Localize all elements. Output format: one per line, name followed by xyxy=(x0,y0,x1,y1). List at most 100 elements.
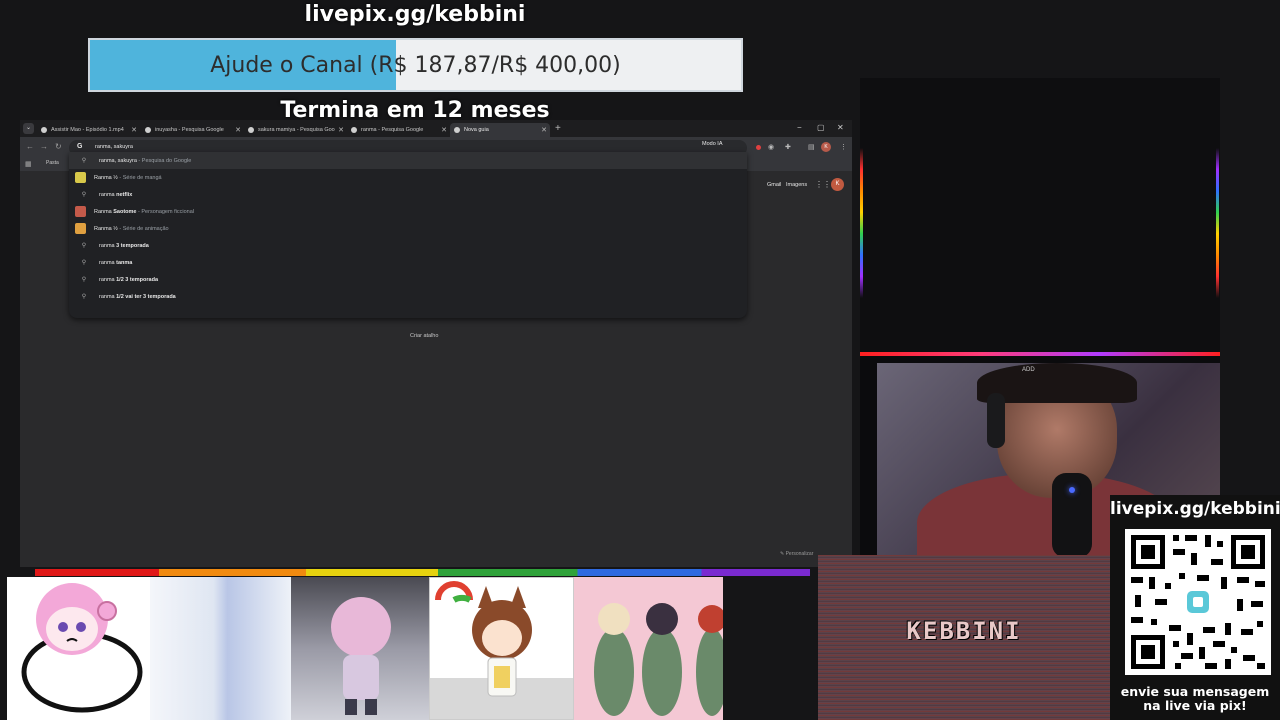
close-icon[interactable]: ✕ xyxy=(338,126,344,134)
kebbini-logo-text: KEBBINI xyxy=(906,617,1022,645)
close-icon[interactable]: ✕ xyxy=(541,126,547,134)
suggestion-text: Ranma ½ xyxy=(94,225,118,232)
suggestion-text: ranma xyxy=(99,242,117,249)
suggestion-item[interactable]: ⚲ ranma tanma xyxy=(69,254,747,271)
profile-avatar[interactable]: K xyxy=(821,142,831,152)
suggestion-thumbnail xyxy=(75,172,86,183)
suggestion-item[interactable]: Ranma ½ - Série de mangá xyxy=(69,169,747,186)
puzzle-icon[interactable]: ✚ xyxy=(785,143,791,151)
tab-label: ranma - Pesquisa Google xyxy=(361,127,424,133)
suggestion-bold-text: 1/2 vai ter 3 temporada xyxy=(116,293,176,300)
address-input[interactable]: ranma, sakuyra xyxy=(95,144,133,150)
modo-ia-button[interactable]: Modo IA xyxy=(702,141,722,147)
neon-edge-left xyxy=(860,148,863,298)
suggestion-bold-text: Saotome xyxy=(113,208,137,215)
search-icon: ⚲ xyxy=(81,294,87,300)
suggestion-thumbnail xyxy=(75,206,86,217)
suggestion-item[interactable]: ⚲ ranma, sakuyra - Pesquisa do Google xyxy=(69,152,747,169)
extension-notification-icon[interactable] xyxy=(756,145,761,150)
qr-code-icon xyxy=(1125,529,1271,675)
tab-inuyasha[interactable]: inuyasha - Pesquisa Google ✕ xyxy=(141,123,244,137)
close-icon[interactable]: ✕ xyxy=(235,126,241,134)
reload-icon[interactable]: ↻ xyxy=(55,142,62,151)
suggestion-text: ranma, sakuyra xyxy=(99,157,137,164)
google-icon xyxy=(351,127,357,133)
alert-panel xyxy=(860,78,1220,356)
headset xyxy=(987,393,1005,448)
suggestion-bold-text: netflix xyxy=(116,191,133,198)
chibi-character-clip xyxy=(429,577,574,720)
tab-sakura-mamiya[interactable]: sakura mamiya - Pesquisa Goo ✕ xyxy=(244,123,347,137)
motion-blur-clip xyxy=(150,577,291,720)
new-tab-icon xyxy=(454,127,460,133)
browser-window: ⌄ Assistir Mao - Episódio 1.mp4 ✕ inuyas… xyxy=(20,120,852,567)
webcam-frame-top-glow xyxy=(860,352,1220,356)
suggestion-item[interactable]: ⚲ ranma 3 temporada xyxy=(69,237,747,254)
tab-assistir-mao[interactable]: Assistir Mao - Episódio 1.mp4 ✕ xyxy=(37,123,140,137)
minimize-button[interactable]: − xyxy=(797,123,802,132)
neon-edge-right xyxy=(1216,148,1219,298)
suggestion-subtext: - Personagem ficcional xyxy=(136,208,194,215)
suggestion-subtext: - Série de mangá xyxy=(117,174,162,181)
create-shortcut-label[interactable]: Criar atalho xyxy=(410,333,438,339)
suggestion-thumbnail xyxy=(75,223,86,234)
suggestion-subtext: - Pesquisa do Google xyxy=(136,157,192,164)
donation-goal-text: Ajude o Canal (R$ 187,87/R$ 400,00) xyxy=(210,52,621,78)
google-apps-grid-icon[interactable]: ⋮⋮ xyxy=(815,180,831,189)
suggestion-item[interactable]: Ranma Saotome - Personagem ficcional xyxy=(69,203,747,220)
anime-characters-clip xyxy=(574,577,723,720)
close-icon[interactable]: ✕ xyxy=(441,126,447,134)
cam-overlay-text: ADD xyxy=(1022,367,1035,373)
tab-search-menu-button[interactable]: ⌄ xyxy=(23,123,34,134)
tab-label: Assistir Mao - Episódio 1.mp4 xyxy=(51,127,124,133)
apps-icon[interactable]: ▦ xyxy=(25,160,32,168)
imagens-link[interactable]: Imagens xyxy=(786,182,807,188)
tab-nova-guia[interactable]: Nova guia ✕ xyxy=(450,123,550,137)
microphone xyxy=(1052,473,1092,558)
sidepanel-icon[interactable]: ▤ xyxy=(808,143,815,151)
suggestion-bold-text: tanma xyxy=(116,259,133,266)
gmail-link[interactable]: Gmail xyxy=(767,182,781,188)
extension-icon[interactable]: ◉ xyxy=(768,143,774,151)
suggestion-text: ranma xyxy=(99,293,117,300)
search-icon: ⚲ xyxy=(81,277,87,283)
globe-icon xyxy=(41,127,47,133)
close-window-button[interactable]: ✕ xyxy=(837,123,844,132)
suggestion-text: Ranma xyxy=(94,208,114,215)
maximize-button[interactable]: ▢ xyxy=(817,123,825,132)
suggestion-item[interactable]: ⚲ ranma netflix xyxy=(69,186,747,203)
mic-led-icon xyxy=(1069,487,1075,493)
google-icon xyxy=(248,127,254,133)
bookmark-folder[interactable]: Pasta xyxy=(46,160,59,166)
suggestion-text: ranma xyxy=(99,191,117,198)
tab-ranma[interactable]: ranma - Pesquisa Google ✕ xyxy=(347,123,450,137)
suggestion-text: ranma xyxy=(99,276,117,283)
close-icon[interactable]: ✕ xyxy=(131,126,137,134)
qr-footer-text: envie sua mensagem na live via pix! xyxy=(1120,684,1270,713)
search-icon: ⚲ xyxy=(81,192,87,198)
google-icon xyxy=(145,127,151,133)
tab-label: inuyasha - Pesquisa Google xyxy=(155,127,224,133)
suggestion-item[interactable]: ⚲ ranma 1/2 vai ter 3 temporada xyxy=(69,288,747,305)
search-icon: ⚲ xyxy=(81,260,87,266)
account-avatar[interactable]: K xyxy=(831,178,844,191)
suggestion-bold-text: 3 temporada xyxy=(116,242,149,249)
tab-bar: ⌄ Assistir Mao - Episódio 1.mp4 ✕ inuyas… xyxy=(20,120,852,137)
suggestion-item[interactable]: Ranma ½ - Série de animação xyxy=(69,220,747,237)
new-tab-button[interactable]: + xyxy=(555,123,561,134)
suggestion-item[interactable]: ⚲ ranma 1/2 3 temporada xyxy=(69,271,747,288)
suggestion-subtext: - Série de animação xyxy=(117,225,169,232)
search-icon: ⚲ xyxy=(81,158,87,164)
donation-goal-bar: Ajude o Canal (R$ 187,87/R$ 400,00) xyxy=(88,38,743,92)
forward-icon[interactable]: → xyxy=(40,142,48,151)
back-icon[interactable]: ← xyxy=(26,142,34,151)
kebbini-glitch-panel: KEBBINI xyxy=(818,555,1110,720)
suggestion-text: Ranma ½ xyxy=(94,174,118,181)
search-icon: ⚲ xyxy=(81,243,87,249)
tab-label: sakura mamiya - Pesquisa Goo xyxy=(258,127,335,133)
suggestion-text: ranma xyxy=(99,259,117,266)
tab-label: Nova guia xyxy=(464,127,489,133)
more-menu-icon[interactable]: ⋮ xyxy=(840,143,847,151)
anime-sticker-pink-hair xyxy=(7,577,150,720)
customize-button[interactable]: ✎ Personalizar xyxy=(780,551,813,557)
